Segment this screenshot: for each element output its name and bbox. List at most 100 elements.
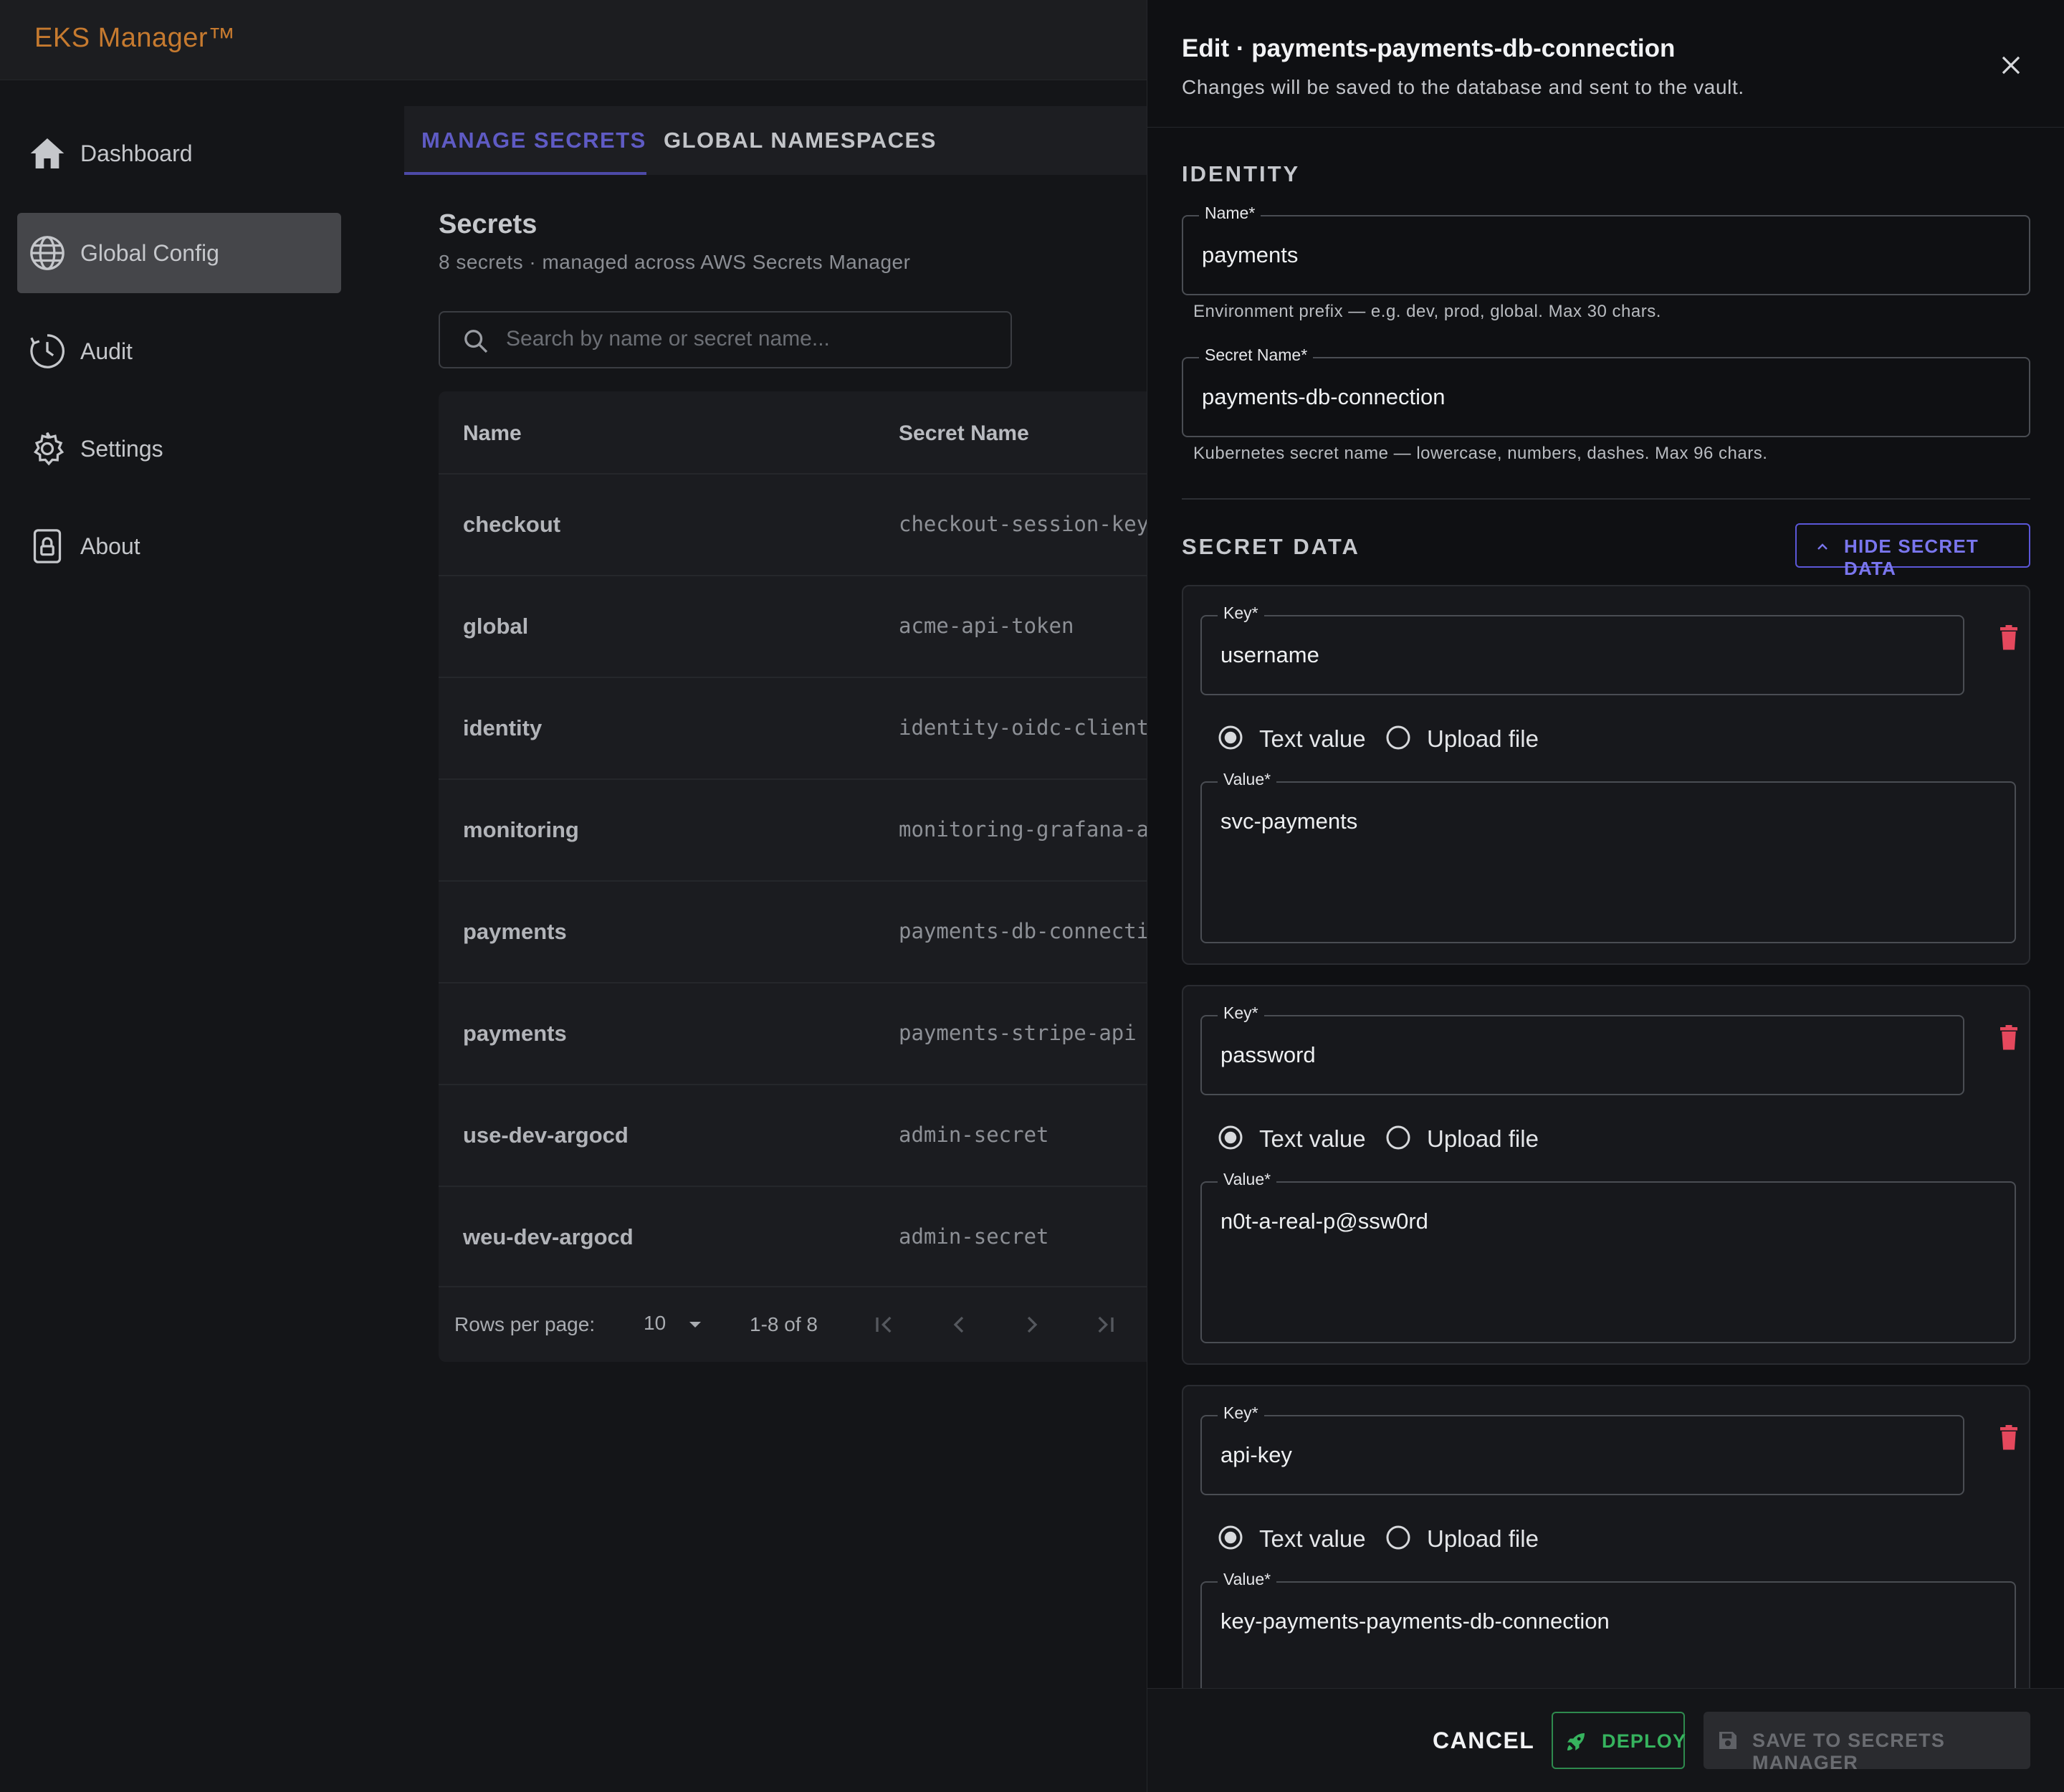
drawer-footer: CANCEL DEPLOY SAVE TO SECRETS MANAGER (1147, 1688, 2064, 1792)
column-header-secret-name[interactable]: Secret Name (899, 421, 1029, 446)
cell-secret-name: checkout-session-key (899, 512, 1150, 536)
cell-secret-name: identity-oidc-client (899, 715, 1150, 740)
app-brand[interactable]: EKS Manager™ (34, 23, 236, 54)
secret-name-field[interactable]: Secret Name* payments-db-connection (1182, 345, 2030, 437)
field-value: svc-payments (1220, 809, 1358, 834)
pagination-range: 1-8 of 8 (750, 1313, 818, 1335)
page-title: Secrets (439, 209, 538, 239)
rows-per-page-select[interactable]: 10 (644, 1312, 666, 1335)
search-input[interactable]: Search by name or secret name... (439, 311, 1012, 368)
sidebar-item-label: Global Config (80, 239, 219, 266)
previous-page-icon[interactable] (945, 1310, 973, 1339)
upload-file-option[interactable]: Upload file (1427, 1125, 1539, 1153)
sidebar-item-audit[interactable]: Audit (17, 311, 341, 391)
delete-icon[interactable] (1996, 1024, 2022, 1052)
field-value: password (1220, 1042, 1316, 1067)
radio-selected-icon[interactable] (1218, 1125, 1243, 1150)
table-row[interactable]: weu-dev-argocd admin-secret (439, 1186, 1155, 1287)
last-page-icon[interactable] (1091, 1310, 1119, 1339)
chevron-up-icon (1814, 539, 1831, 553)
page-subtitle: 8 secrets · managed across AWS Secrets M… (439, 251, 911, 273)
home-icon (27, 133, 67, 173)
caret-down-icon[interactable] (687, 1319, 704, 1330)
key-field[interactable]: Key* password (1200, 1004, 1964, 1095)
sidebar-item-dashboard[interactable]: Dashboard (17, 113, 341, 194)
cell-secret-name: payments-db-connection (899, 919, 1155, 943)
radio-selected-icon[interactable] (1218, 725, 1243, 750)
close-icon[interactable] (1997, 52, 2025, 79)
search-placeholder: Search by name or secret name... (506, 327, 830, 351)
cell-name: checkout (463, 512, 561, 537)
radio-unselected-icon[interactable] (1385, 725, 1411, 750)
delete-icon[interactable] (1996, 624, 2022, 652)
next-page-icon[interactable] (1018, 1310, 1046, 1339)
field-label: Value* (1218, 1170, 1277, 1189)
value-field[interactable]: Value* svc-payments (1200, 770, 2016, 943)
key-field[interactable]: Key* username (1200, 604, 1964, 695)
tab-bar: MANAGE SECRETS GLOBAL NAMESPACES (404, 106, 1147, 175)
lock-icon (27, 526, 67, 566)
table-row[interactable]: payments payments-stripe-api (439, 982, 1155, 1084)
sidebar-item-label: Settings (80, 435, 163, 462)
sidebar-item-settings[interactable]: Settings (17, 409, 341, 489)
field-value: payments (1202, 242, 1299, 267)
field-value: n0t-a-real-p@ssw0rd (1220, 1209, 1428, 1234)
table-row[interactable]: payments payments-db-connection (439, 880, 1155, 982)
upload-file-option[interactable]: Upload file (1427, 725, 1539, 753)
drawer-title: Edit · payments-payments-db-connection (1182, 34, 1676, 62)
cell-secret-name: admin-secret (899, 1123, 1049, 1147)
value-field[interactable]: Value* key-payments-payments-db-connecti… (1200, 1570, 2016, 1688)
sidebar-item-label: Dashboard (80, 140, 193, 166)
secret-name-helper-text: Kubernetes secret name — lowercase, numb… (1193, 444, 1768, 463)
text-value-option[interactable]: Text value (1259, 1525, 1366, 1553)
key-field[interactable]: Key* api-key (1200, 1403, 1964, 1495)
column-header-name[interactable]: Name (463, 421, 522, 446)
first-page-icon[interactable] (870, 1310, 899, 1339)
cell-secret-name: payments-stripe-api (899, 1021, 1137, 1045)
sidebar-item-global-config[interactable]: Global Config (17, 213, 341, 293)
value-type-radio-group: Text value Upload file (1218, 1521, 1719, 1555)
field-label: Key* (1218, 1403, 1264, 1423)
tab-manage-secrets[interactable]: MANAGE SECRETS (421, 128, 646, 153)
upload-file-option[interactable]: Upload file (1427, 1525, 1539, 1553)
tab-global-namespaces[interactable]: GLOBAL NAMESPACES (664, 128, 937, 153)
table-row[interactable]: identity identity-oidc-client (439, 677, 1155, 778)
table-pagination: Rows per page: 10 1-8 of 8 (439, 1286, 1155, 1362)
table-row[interactable]: checkout checkout-session-key (439, 473, 1155, 575)
active-tab-indicator (404, 172, 646, 175)
radio-unselected-icon[interactable] (1385, 1125, 1411, 1150)
name-field[interactable]: Name* payments (1182, 204, 2030, 295)
delete-icon[interactable] (1996, 1424, 2022, 1452)
clock-icon (27, 331, 67, 371)
table-row[interactable]: use-dev-argocd admin-secret (439, 1084, 1155, 1186)
field-value: username (1220, 642, 1319, 667)
value-field[interactable]: Value* n0t-a-real-p@ssw0rd (1200, 1170, 2016, 1343)
deploy-label: DEPLOY (1602, 1730, 1687, 1752)
cell-name: weu-dev-argocd (463, 1224, 634, 1249)
drawer-header: Edit · payments-payments-db-connection C… (1147, 0, 2064, 128)
drawer-subtitle: Changes will be saved to the database an… (1182, 76, 1744, 98)
deploy-button[interactable]: DEPLOY (1552, 1712, 1687, 1769)
sidebar-item-label: Audit (80, 338, 133, 364)
hide-secret-data-button[interactable]: HIDE SECRET DATA (1795, 523, 2030, 579)
edit-secret-drawer: Edit · payments-payments-db-connection C… (1147, 0, 2064, 1792)
sidebar-item-about[interactable]: About (17, 506, 341, 586)
table-row[interactable]: monitoring monitoring-grafana-admin (439, 778, 1155, 880)
secret-entry-card: Key* password Text value Upload file Val… (1182, 985, 2030, 1365)
radio-unselected-icon[interactable] (1385, 1525, 1411, 1550)
field-label: Key* (1218, 1004, 1264, 1023)
save-to-secrets-manager-button[interactable]: SAVE TO SECRETS MANAGER (1704, 1712, 2030, 1773)
cancel-button[interactable]: CANCEL (1433, 1727, 1534, 1754)
text-value-option[interactable]: Text value (1259, 725, 1366, 753)
text-value-option[interactable]: Text value (1259, 1125, 1366, 1153)
field-label: Value* (1218, 770, 1277, 789)
secret-data-section-title: SECRET DATA (1182, 534, 1360, 559)
save-icon (1716, 1729, 1739, 1752)
drawer-body[interactable]: IDENTITY Name* payments Environment pref… (1147, 128, 2064, 1688)
table-row[interactable]: global acme-api-token (439, 575, 1155, 677)
secret-entry-card: Key* username Text value Upload file Val… (1182, 585, 2030, 965)
secrets-table: Name Secret Name checkout checkout-sessi… (439, 391, 1155, 1362)
rows-per-page-label: Rows per page: (454, 1313, 596, 1335)
field-label: Value* (1218, 1570, 1277, 1589)
radio-selected-icon[interactable] (1218, 1525, 1243, 1550)
